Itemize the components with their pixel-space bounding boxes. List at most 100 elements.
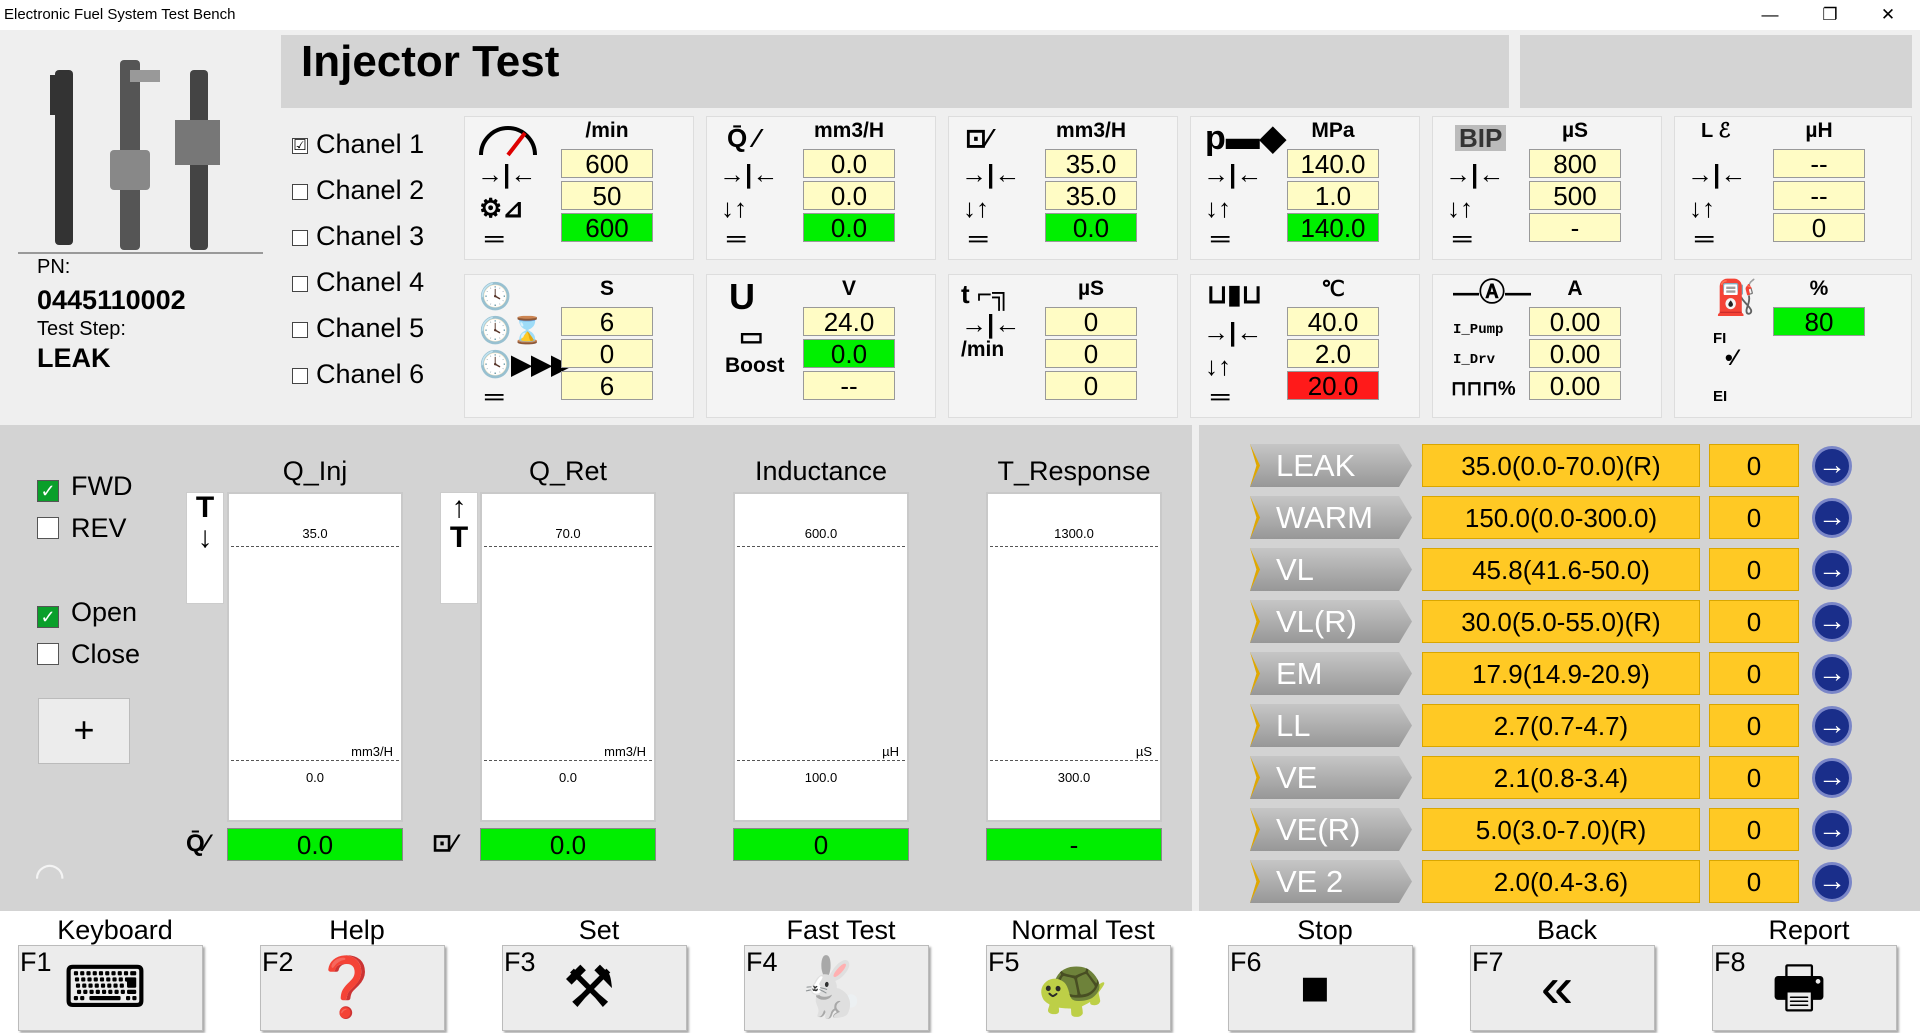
arrow-right-icon[interactable]: →	[1812, 706, 1852, 746]
arrow-right-icon[interactable]: →	[1812, 550, 1852, 590]
inductance-step[interactable]: --	[1773, 181, 1865, 210]
voltage-setpoint[interactable]: 24.0	[803, 307, 895, 336]
pulse-rate[interactable]: 0	[1045, 339, 1137, 368]
setpoint-icon: →|←	[477, 159, 537, 189]
return-icon: ⊡⁄	[432, 830, 457, 857]
qret-panel: ⊡⁄ →|← ↓↑ ═ mm3/H 35.0 35.0 0.0	[948, 116, 1178, 260]
speed-unit: /min	[585, 119, 629, 142]
minimize-button[interactable]: —	[1744, 0, 1796, 30]
qinj-step[interactable]: 0.0	[803, 181, 895, 210]
fuel-level: 80	[1773, 307, 1865, 336]
injector-image	[50, 60, 220, 250]
add-button[interactable]: +	[38, 698, 130, 764]
step-6[interactable]: VE	[1250, 756, 1412, 799]
gauge-unit: µH	[882, 744, 899, 759]
channel-label: Chanel 2	[316, 175, 425, 205]
step-4[interactable]: EM	[1250, 652, 1412, 695]
qinj-setpoint[interactable]: 0.0	[803, 149, 895, 178]
step-5[interactable]: LL	[1250, 704, 1412, 747]
channel-5-checkbox[interactable]: Chanel 5	[292, 308, 452, 348]
speed-setpoint[interactable]: 600	[561, 149, 653, 178]
timing-setpoint[interactable]: 6	[561, 307, 653, 336]
arrow-right-icon[interactable]: →	[1812, 862, 1852, 902]
min-line	[231, 760, 399, 761]
equal-icon: ═	[1211, 223, 1230, 253]
qret-setpoint[interactable]: 35.0	[1045, 149, 1137, 178]
fwd-label: FWD	[71, 471, 133, 501]
qinj-unit: mm3/H	[813, 119, 885, 142]
pn-value: 0445110002	[37, 285, 186, 315]
gauge-result: 0.0	[480, 828, 656, 861]
fwd-checkbox[interactable]: ✓ FWD	[37, 470, 132, 502]
bip-step[interactable]: 500	[1529, 181, 1621, 210]
timing-actual: 6	[561, 371, 653, 400]
step-8[interactable]: VE 2	[1250, 860, 1412, 903]
updown-icon: ↓↑	[963, 193, 989, 223]
arrow-right-icon[interactable]: →	[1812, 810, 1852, 850]
pulse-setpoint[interactable]: 0	[1045, 307, 1137, 336]
timing-unit: S	[599, 277, 614, 300]
channel-label: Chanel 4	[316, 267, 425, 297]
maximize-button[interactable]: ❐	[1804, 0, 1856, 30]
timing-step[interactable]: 0	[561, 339, 653, 368]
checkbox-empty-icon	[292, 229, 308, 246]
pulse-actual: 0	[1045, 371, 1137, 400]
max-line	[737, 546, 905, 547]
info-separator	[18, 252, 263, 254]
arrow-right-icon[interactable]: →	[1812, 758, 1852, 798]
inductance-unit: µH	[1805, 119, 1833, 142]
setpoint-icon: →|←	[1445, 159, 1505, 189]
equal-icon: ═	[727, 223, 746, 253]
close-button[interactable]: ✕	[1862, 0, 1914, 30]
temperature-setpoint[interactable]: 40.0	[1287, 307, 1379, 336]
pressure-setpoint[interactable]: 140.0	[1287, 149, 1379, 178]
pressure-step[interactable]: 1.0	[1287, 181, 1379, 210]
step-range: 17.9(14.9-20.9)	[1422, 652, 1700, 695]
arrow-right-icon[interactable]: →	[1812, 654, 1852, 694]
inductance-setpoint[interactable]: --	[1773, 149, 1865, 178]
step-3[interactable]: VL(R)	[1250, 600, 1412, 643]
channel-3-checkbox[interactable]: Chanel 3	[292, 216, 452, 256]
equal-icon: ═	[485, 381, 504, 411]
gauge-unit: µS	[1135, 744, 1152, 759]
step-7[interactable]: VE(R)	[1250, 808, 1412, 851]
help-fkey: Help F2 ❓	[242, 911, 482, 1033]
wifi-icon: ◠	[34, 855, 66, 896]
equal-icon: ═	[485, 223, 504, 253]
qret-step[interactable]: 35.0	[1045, 181, 1137, 210]
channel-4-checkbox[interactable]: Chanel 4	[292, 262, 452, 302]
arrow-right-icon[interactable]: →	[1812, 498, 1852, 538]
channel-1-checkbox[interactable]: ☑ Chanel 1	[292, 124, 452, 164]
qret-actual: 0.0	[1045, 213, 1137, 242]
channel-6-checkbox[interactable]: Chanel 6	[292, 354, 452, 394]
report-fkey: Report F8 🖶	[1694, 911, 1920, 1033]
close-checkbox[interactable]: Close	[37, 638, 140, 670]
fkey-label: Keyboard	[57, 915, 173, 945]
speed-step[interactable]: 50	[561, 181, 653, 210]
channel-2-checkbox[interactable]: Chanel 2	[292, 170, 452, 210]
pump-current-label: I_Pump	[1453, 322, 1504, 338]
arrow-right-icon[interactable]: →	[1812, 602, 1852, 642]
arrow-right-icon[interactable]: →	[1812, 446, 1852, 486]
open-checkbox[interactable]: ✓ Open	[37, 596, 137, 628]
step-count: 0	[1709, 444, 1799, 487]
coil-icon: L ℰ	[1701, 120, 1731, 142]
title-bar: Electronic Fuel System Test Bench — ❐ ✕	[0, 0, 1920, 30]
step-count: 0	[1709, 652, 1799, 695]
bip-setpoint[interactable]: 800	[1529, 149, 1621, 178]
setpoint-icon: →|←	[961, 159, 1021, 189]
pulse-unit: µS	[1077, 277, 1105, 300]
step-0[interactable]: LEAK	[1250, 444, 1412, 487]
temperature-step[interactable]: 2.0	[1287, 339, 1379, 368]
rev-checkbox[interactable]: REV	[37, 512, 127, 544]
updown-icon: ↓↑	[721, 193, 747, 223]
step-1[interactable]: WARM	[1250, 496, 1412, 539]
pressure-actual: 140.0	[1287, 213, 1379, 242]
info-panel: PN: 0445110002 Test Step: LEAK	[0, 30, 278, 425]
pressure-panel: p▬◆ →|← ↓↑ ═ MPa 140.0 1.0 140.0	[1190, 116, 1420, 260]
qinj-actual: 0.0	[803, 213, 895, 242]
printer-icon: 🖶	[1771, 955, 1827, 1020]
step-2[interactable]: VL	[1250, 548, 1412, 591]
header-right	[1520, 35, 1912, 108]
inductance-panel: L ℰ →|← ↓↑ ═ µH -- -- 0	[1674, 116, 1912, 260]
